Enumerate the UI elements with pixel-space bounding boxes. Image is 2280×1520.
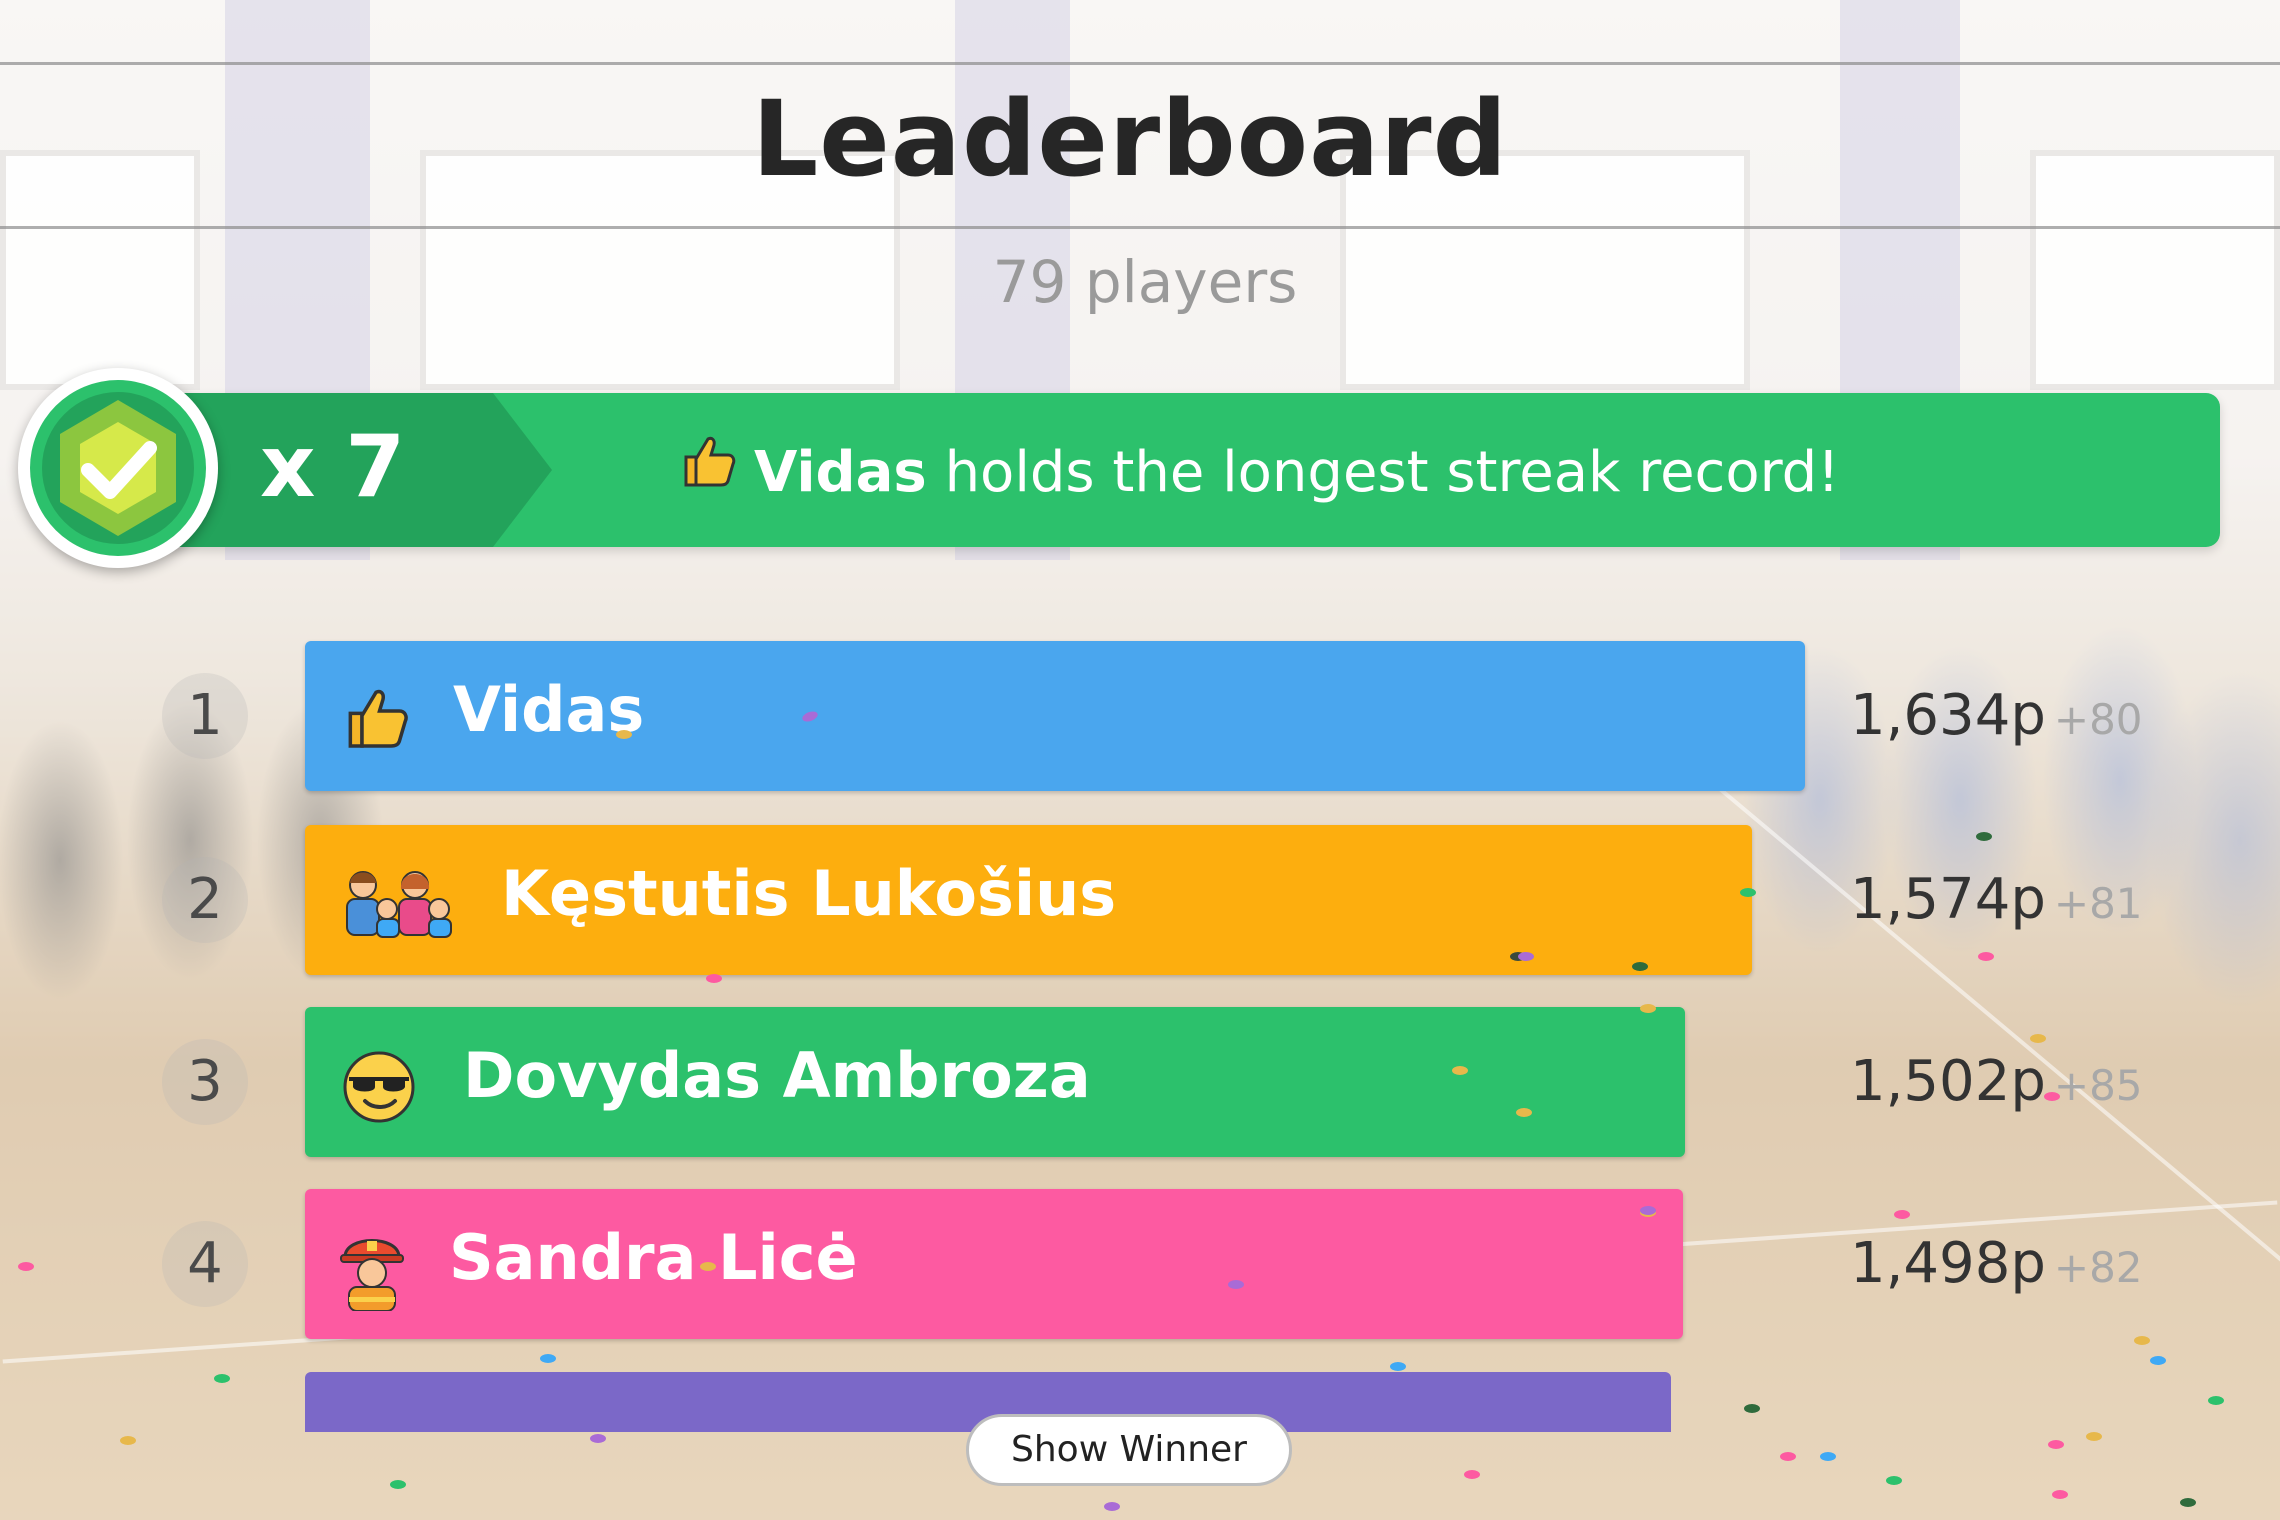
streak-message-text: holds the longest streak record! [926, 440, 1840, 505]
score-value: 1,498p [1850, 1231, 2046, 1296]
leaderboard-row: 1 Vidas 1,634p +80 [0, 641, 2280, 791]
score-delta: +85 [2053, 1061, 2143, 1110]
player-score: 1,574p +81 [1850, 867, 2143, 932]
player-score: 1,634p +80 [1850, 683, 2143, 748]
leaderboard-row: 3 Dovydas Ambroza 1,502p +85 [0, 1007, 2280, 1157]
thumbs-up-icon [341, 683, 411, 757]
player-count: 79 players [992, 248, 1298, 316]
firefighter-icon [339, 1231, 405, 1315]
player-bar: Vidas [305, 641, 1805, 791]
leaderboard-row: 2 Kęstutis Lukošius 1,574p +81 [0, 825, 2280, 975]
player-bar: Dovydas Ambroza [305, 1007, 1685, 1157]
score-value: 1,574p [1850, 867, 2046, 932]
rank-number: 4 [162, 1221, 248, 1307]
score-value: 1,502p [1850, 1049, 2046, 1114]
score-value: 1,634p [1850, 683, 2046, 748]
rank-number: 2 [162, 857, 248, 943]
rank-number: 3 [162, 1039, 248, 1125]
player-score: 1,502p +85 [1850, 1049, 2143, 1114]
divider [0, 226, 2280, 229]
thumbs-up-icon [678, 431, 744, 505]
score-delta: +80 [2053, 695, 2143, 744]
score-delta: +81 [2053, 879, 2143, 928]
streak-badge-icon [18, 368, 218, 568]
family-icon [341, 867, 453, 943]
page-title: Leaderboard [751, 78, 1509, 200]
streak-player-name: Vidas [754, 440, 927, 505]
show-winner-button[interactable]: Show Winner [966, 1414, 1292, 1486]
player-name: Dovydas Ambroza [463, 1039, 1091, 1112]
sunglasses-face-icon [341, 1049, 417, 1129]
player-name: Sandra Licė [449, 1221, 858, 1294]
rank-number: 1 [162, 673, 248, 759]
streak-banner: x 7 Vidas holds the longest streak recor… [60, 393, 2220, 547]
streak-message: Vidas holds the longest streak record! [678, 431, 1840, 505]
leaderboard-row: 4 Sandra Licė 1,498p +82 [0, 1189, 2280, 1339]
divider [0, 62, 2280, 65]
player-score: 1,498p +82 [1850, 1231, 2143, 1296]
score-delta: +82 [2053, 1243, 2143, 1292]
player-bar: Sandra Licė [305, 1189, 1683, 1339]
player-bar: Kęstutis Lukošius [305, 825, 1752, 975]
streak-multiplier: x 7 [260, 417, 406, 517]
player-name: Kęstutis Lukošius [501, 857, 1117, 930]
